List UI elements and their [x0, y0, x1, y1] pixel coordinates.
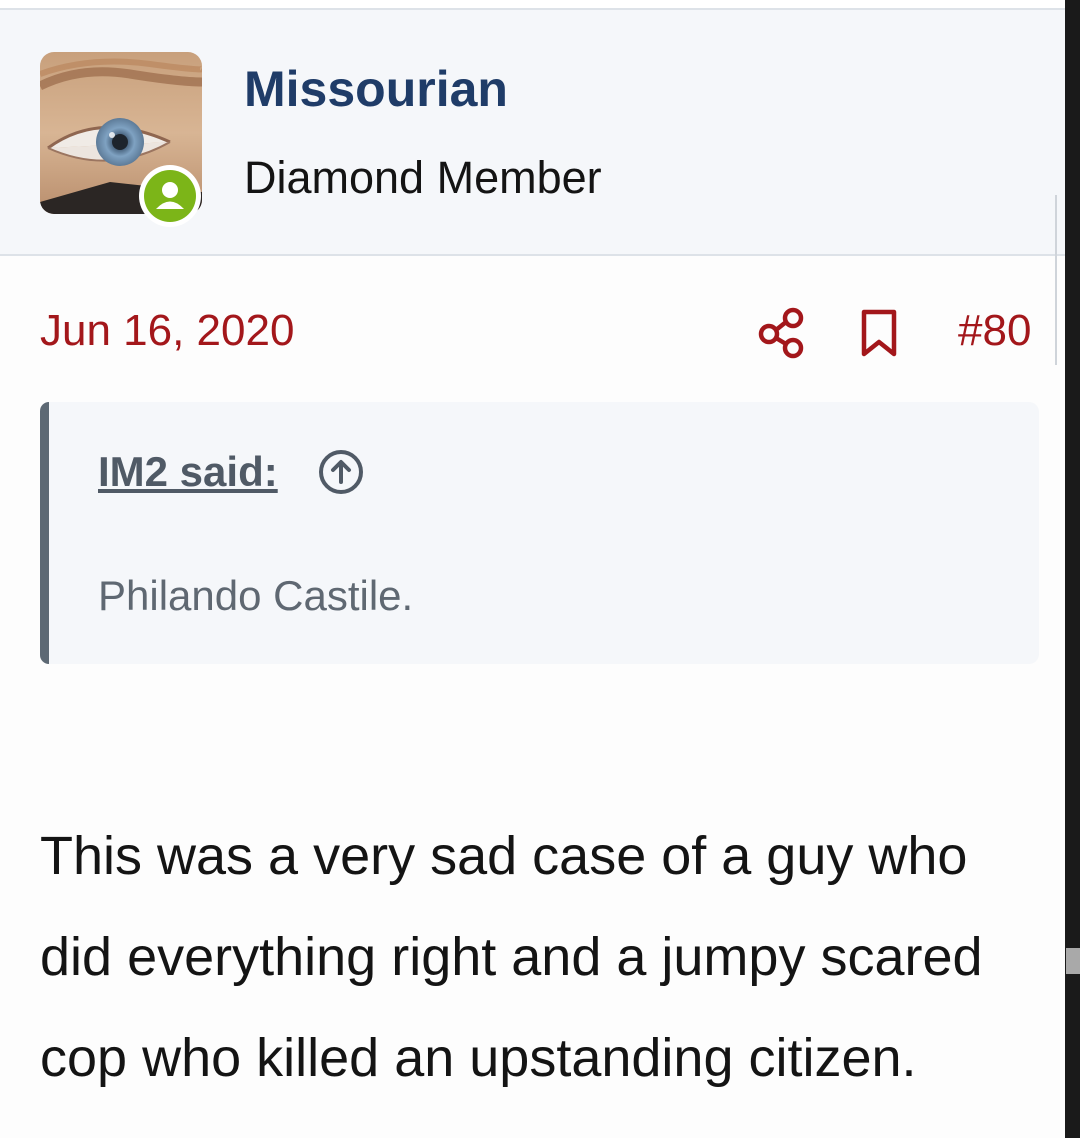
- quote-block: IM2 said: Philando Castile.: [40, 402, 1039, 664]
- online-status-icon: [156, 182, 184, 209]
- share-icon[interactable]: [757, 306, 807, 360]
- arrow-up-circle-icon[interactable]: [317, 448, 365, 496]
- bookmark-icon[interactable]: [858, 306, 900, 360]
- quote-bar: [40, 402, 49, 664]
- quote-attribution-link[interactable]: IM2 said:: [98, 448, 278, 496]
- username-link[interactable]: Missourian: [244, 60, 508, 118]
- user-title: Diamond Member: [244, 152, 602, 203]
- top-divider: [0, 0, 1065, 10]
- quote-text: Philando Castile.: [98, 572, 414, 619]
- post-number-link[interactable]: #80: [958, 306, 1031, 356]
- post-user-header: Missourian Diamond Member: [0, 10, 1065, 256]
- scrollbar-thumb[interactable]: [1066, 948, 1080, 974]
- post-body-text: This was a very sad case of a guy who di…: [40, 826, 983, 1088]
- online-status-badge: [139, 165, 201, 227]
- forum-post-page: Missourian Diamond Member Jun 16, 2020 #…: [0, 0, 1065, 1138]
- post-date-link[interactable]: Jun 16, 2020: [40, 306, 294, 356]
